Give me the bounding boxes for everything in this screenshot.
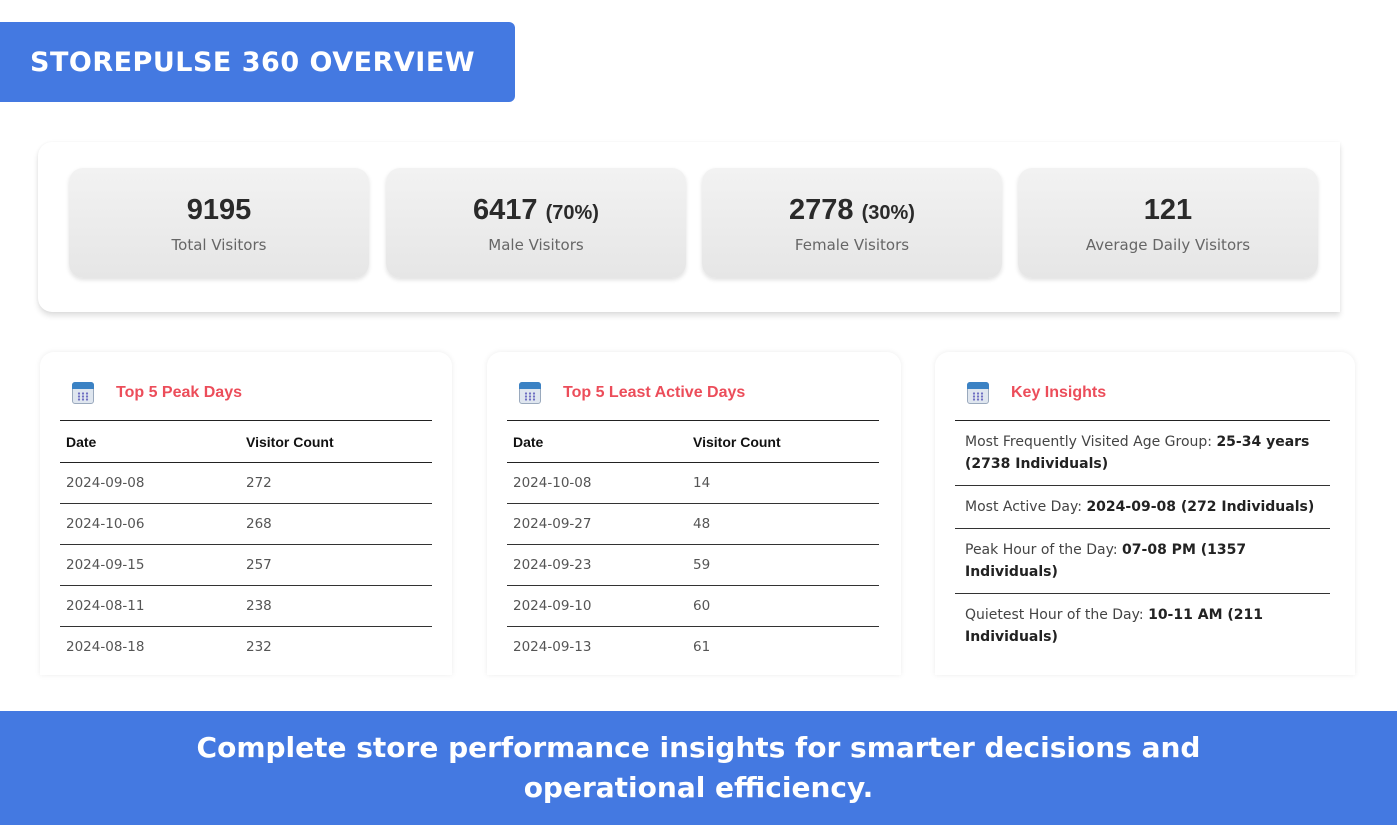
table-row: 2024-10-08 14: [507, 462, 879, 504]
calendar-icon: [72, 382, 94, 404]
count-cell: 238: [240, 585, 432, 627]
stat-value: 2778 (30%): [789, 194, 915, 226]
column-header-date: Date: [60, 420, 240, 463]
table-row: 2024-09-27 48: [507, 503, 879, 545]
date-cell: 2024-09-23: [507, 544, 687, 586]
date-cell: 2024-09-15: [60, 544, 240, 586]
column-header-date: Date: [507, 420, 687, 463]
footer-banner: Complete store performance insights for …: [0, 711, 1397, 825]
count-cell: 14: [687, 462, 879, 504]
least-active-days-card: Top 5 Least Active Days Date Visitor Cou…: [487, 352, 901, 675]
stat-value: 6417 (70%): [473, 194, 599, 226]
table-row: 2024-08-11 238: [60, 585, 432, 627]
count-cell: 61: [693, 639, 711, 655]
stat-label: Male Visitors: [488, 236, 584, 254]
least-active-days-table: Date Visitor Count 2024-10-08 14 2024-09-…: [507, 420, 879, 667]
table-row: 2024-09-08 272: [60, 462, 432, 504]
calendar-icon: [967, 382, 989, 404]
stat-card-female-visitors: 2778 (30%) Female Visitors: [702, 168, 1002, 278]
insights-list: Most Frequently Visited Age Group: 25-34…: [955, 420, 1330, 658]
date-cell: 2024-08-18: [66, 639, 145, 655]
date-cell: 2024-08-11: [60, 585, 240, 627]
card-header: Top 5 Least Active Days: [519, 379, 745, 407]
table-header-row: Date Visitor Count: [60, 420, 432, 463]
stat-value: 121: [1143, 194, 1193, 226]
count-cell: 257: [240, 544, 432, 586]
table-row: 2024-09-10 60: [507, 585, 879, 627]
date-cell: 2024-10-08: [507, 462, 687, 504]
card-title: Top 5 Peak Days: [116, 384, 242, 401]
card-title: Key Insights: [1011, 384, 1107, 401]
table-header-row: Date Visitor Count: [507, 420, 879, 463]
peak-days-card: Top 5 Peak Days Date Visitor Count 2024-…: [40, 352, 452, 675]
stat-card-average-daily-visitors: 121 Average Daily Visitors: [1018, 168, 1318, 278]
column-header-visitor-count: Visitor Count: [687, 420, 879, 463]
stat-label: Total Visitors: [171, 236, 267, 254]
insight-item: Peak Hour of the Day: 07-08 PM (1357 Ind…: [955, 529, 1330, 594]
stat-percentage: (70%): [545, 202, 599, 224]
peak-days-table: Date Visitor Count 2024-09-08 272 2024-10…: [60, 420, 432, 667]
stat-percentage: (30%): [861, 202, 915, 224]
table-row: 2024-09-23 59: [507, 544, 879, 586]
insight-item: Most Frequently Visited Age Group: 25-34…: [955, 421, 1330, 486]
table-row: 2024-08-18 232: [60, 627, 432, 668]
table-row: 2024-10-06 268: [60, 503, 432, 545]
table-row: 2024-09-15 257: [60, 544, 432, 586]
insight-item: Most Active Day: 2024-09-08 (272 Individ…: [955, 486, 1330, 529]
insight-item: Quietest Hour of the Day: 10-11 AM (211 …: [965, 607, 1263, 645]
count-cell: 232: [246, 639, 272, 655]
date-cell: 2024-10-06: [60, 503, 240, 545]
date-cell: 2024-09-08: [60, 462, 240, 504]
count-cell: 272: [240, 462, 432, 504]
title-banner: STOREPULSE 360 OVERVIEW: [0, 22, 515, 102]
key-insights-card: Key Insights Most Frequently Visited Age…: [935, 352, 1355, 675]
stats-panel: 9195 Total Visitors 6417 (70%) Male Visi…: [38, 142, 1340, 312]
card-header: Key Insights: [967, 379, 1106, 407]
stat-label: Average Daily Visitors: [1085, 236, 1251, 254]
count-cell: 48: [687, 503, 879, 545]
table-row: 2024-09-13 61: [507, 627, 879, 668]
card-title: Top 5 Least Active Days: [563, 384, 746, 401]
card-header: Top 5 Peak Days: [72, 379, 242, 407]
calendar-icon: [519, 382, 541, 404]
column-header-visitor-count: Visitor Count: [240, 420, 432, 463]
date-cell: 2024-09-13: [513, 639, 592, 655]
stat-label: Female Visitors: [794, 236, 910, 254]
count-cell: 268: [240, 503, 432, 545]
stat-value: 9195: [186, 194, 252, 226]
page-title: STOREPULSE 360 OVERVIEW: [30, 46, 476, 78]
date-cell: 2024-09-10: [507, 585, 687, 627]
count-cell: 59: [687, 544, 879, 586]
date-cell: 2024-09-27: [507, 503, 687, 545]
stat-card-total-visitors: 9195 Total Visitors: [69, 168, 369, 278]
footer-text: Complete store performance insights for …: [196, 731, 1201, 804]
stat-card-male-visitors: 6417 (70%) Male Visitors: [386, 168, 686, 278]
count-cell: 60: [687, 585, 879, 627]
